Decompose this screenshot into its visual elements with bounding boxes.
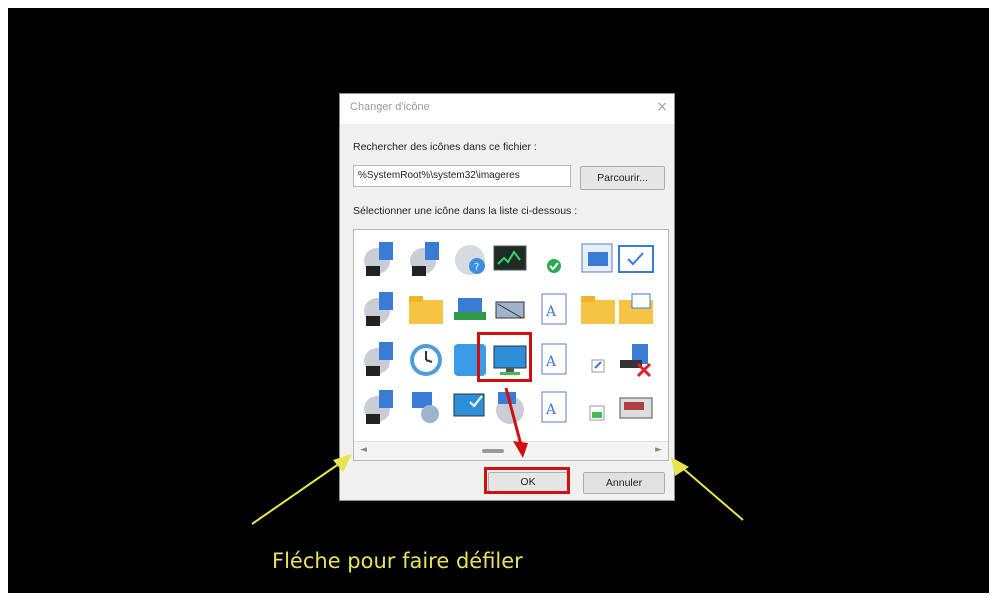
left-yellow-arrow-head bbox=[333, 454, 352, 472]
right-yellow-arrow-head bbox=[671, 457, 689, 476]
right-yellow-arrow-line bbox=[678, 464, 744, 521]
left-yellow-arrow-line bbox=[251, 460, 344, 525]
annotation-arrows bbox=[251, 387, 744, 525]
red-arrow-head bbox=[513, 441, 528, 458]
scroll-caption: Fléche pour faire défiler bbox=[272, 549, 523, 573]
red-arrow-line bbox=[504, 387, 523, 446]
